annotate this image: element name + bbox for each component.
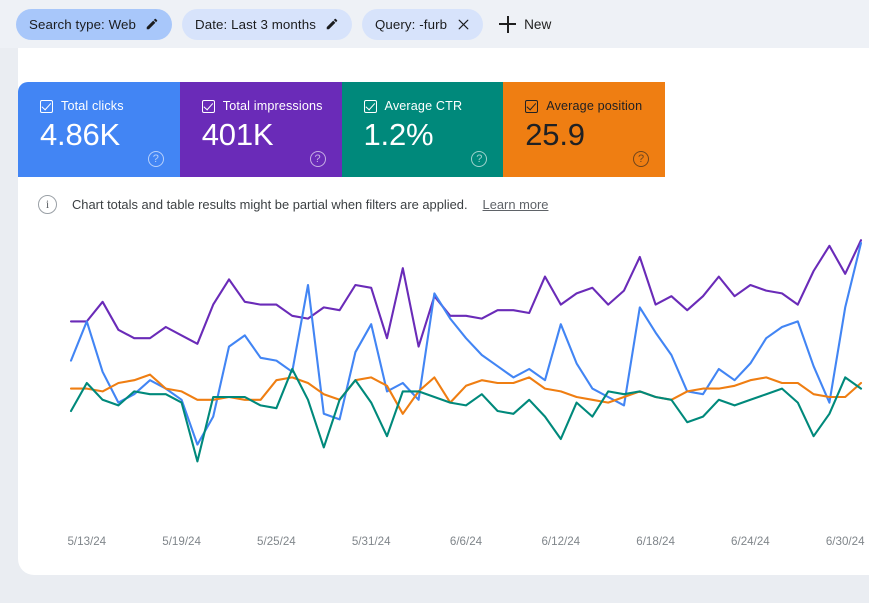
metric-card-total-impressions[interactable]: Total impressions 401K ? [179, 82, 342, 177]
x-axis-tick-label: 6/18/24 [636, 535, 675, 548]
metric-card-value: 401K [201, 117, 274, 152]
performance-chart [18, 233, 869, 533]
chart-line-average-position [69, 373, 863, 415]
metric-card-value: 1.2% [363, 117, 434, 152]
metric-card-average-ctr[interactable]: Average CTR 1.2% ? [341, 82, 504, 177]
filter-chip-date[interactable]: Date: Last 3 months [182, 8, 352, 40]
performance-panel: Total clicks 4.86K ? Total impressions 4… [18, 48, 869, 575]
filter-chip-search-type-label: Search type: Web [29, 16, 137, 32]
filter-chip-query[interactable]: Query: -furb [361, 8, 484, 40]
x-axis-tick-label: 6/12/24 [541, 535, 581, 548]
metric-card-total-clicks[interactable]: Total clicks 4.86K ? [18, 82, 180, 177]
metric-card-header: Average CTR [363, 99, 504, 113]
learn-more-link[interactable]: Learn more [483, 197, 549, 212]
x-axis-tick-label: 6/6/24 [449, 535, 483, 548]
chart-svg [69, 239, 863, 463]
x-axis-tick-label: 5/19/24 [162, 535, 201, 548]
x-axis-tick-label: 6/30/24 [825, 535, 865, 548]
pencil-icon[interactable] [325, 17, 339, 31]
metric-card-label: Total clicks [61, 99, 124, 113]
help-icon[interactable]: ? [147, 151, 164, 167]
x-axis-tick-label: 6/24/24 [731, 535, 770, 548]
close-icon[interactable] [456, 17, 470, 31]
search-console-performance-page: Search type: Web Date: Last 3 months Que… [0, 0, 869, 603]
filter-chip-query-label: Query: -furb [374, 16, 448, 32]
chart-line-total-clicks [69, 241, 863, 446]
chart-x-axis: 5/13/24 5/19/24 5/25/24 5/31/24 6/6/24 6/12/2… [18, 535, 869, 557]
metric-card-label: Average CTR [384, 99, 463, 113]
x-axis-tick-label: 5/25/24 [257, 535, 296, 548]
metric-card-average-position[interactable]: Average position 25.9 ? [503, 82, 665, 177]
checkbox-checked-icon[interactable] [40, 99, 53, 113]
help-icon[interactable]: ? [633, 151, 649, 167]
partial-results-notice: i Chart totals and table results might b… [38, 195, 548, 214]
partial-results-notice-text: Chart totals and table results might be … [72, 197, 468, 212]
metric-card-label: Total impressions [222, 99, 323, 113]
plus-icon [499, 15, 517, 33]
filter-chip-date-label: Date: Last 3 months [195, 16, 316, 32]
metric-card-header: Total clicks [40, 99, 180, 113]
filter-chip-search-type[interactable]: Search type: Web [16, 8, 173, 40]
new-filter-button[interactable]: New [493, 9, 561, 40]
metric-card-label: Average position [546, 99, 643, 113]
info-icon: i [38, 195, 57, 214]
checkbox-checked-icon[interactable] [363, 99, 377, 113]
chart-line-total-impressions [69, 239, 863, 348]
x-axis-tick-label: 5/31/24 [351, 535, 391, 548]
pencil-icon[interactable] [145, 17, 159, 31]
checkbox-checked-icon[interactable] [525, 99, 539, 113]
metric-cards: Total clicks 4.86K ? Total impressions 4… [18, 82, 665, 177]
metric-card-value: 4.86K [40, 117, 121, 152]
metric-card-header: Average position [525, 99, 665, 113]
x-axis-tick-label: 5/13/24 [67, 535, 107, 548]
help-icon[interactable]: ? [471, 151, 488, 167]
metric-card-value: 25.9 [525, 117, 585, 152]
checkbox-checked-icon[interactable] [201, 99, 215, 113]
new-filter-button-label: New [524, 16, 552, 32]
filter-bar: Search type: Web Date: Last 3 months Que… [0, 0, 869, 48]
help-icon[interactable]: ? [309, 151, 326, 167]
metric-card-header: Total impressions [201, 99, 342, 113]
